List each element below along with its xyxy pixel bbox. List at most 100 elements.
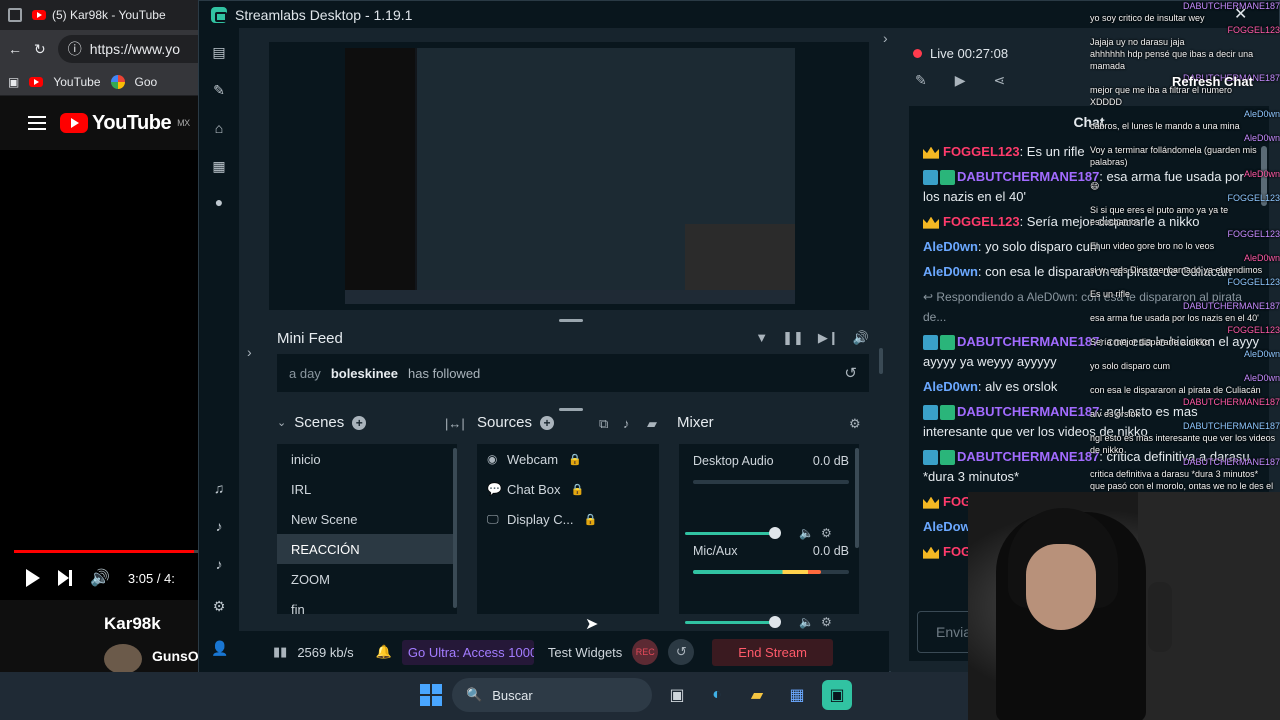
play-icon[interactable]: [26, 569, 40, 587]
replay-buffer-icon[interactable]: ↺: [668, 639, 695, 665]
record-playback-icon[interactable]: ●: [211, 194, 227, 210]
next-icon[interactable]: [58, 570, 72, 586]
source-audio-icon[interactable]: ♪: [623, 416, 630, 431]
scene-item[interactable]: fin: [277, 594, 457, 615]
bookmark-youtube[interactable]: YouTube: [53, 75, 100, 89]
chat-username[interactable]: FOGGEL123: [943, 214, 1020, 229]
task-view-icon[interactable]: ▣: [662, 680, 692, 710]
lock-icon[interactable]: 🔒: [583, 513, 597, 526]
test-widgets-button[interactable]: Test Widgets: [548, 645, 622, 660]
mixer-scrollbar[interactable]: [855, 448, 859, 548]
chat-username[interactable]: FOGGEL123: [943, 144, 1020, 159]
volume-icon[interactable]: 🔊: [90, 568, 110, 588]
panel-resize-handle[interactable]: [559, 408, 583, 411]
chat-username[interactable]: FOG: [943, 544, 971, 559]
profile-icon[interactable]: 👤: [211, 640, 228, 656]
refresh-chat-button[interactable]: Refresh Chat: [1172, 74, 1253, 89]
slider-knob[interactable]: [769, 527, 781, 539]
cloud-icon[interactable]: ♪: [211, 556, 227, 572]
learn-icon[interactable]: ♫: [211, 480, 227, 496]
themes-icon[interactable]: ✎: [211, 82, 227, 98]
browser-tab[interactable]: (5) Kar98k - YouTube: [32, 8, 166, 22]
video-icon[interactable]: ▶: [955, 72, 966, 89]
streamlabs-app-icon[interactable]: ▣: [822, 680, 852, 710]
scene-item[interactable]: New Scene: [277, 504, 457, 534]
apps-icon[interactable]: ▣: [8, 75, 19, 89]
filter-icon[interactable]: ▼: [755, 330, 768, 346]
video-progress[interactable]: [14, 550, 200, 553]
expand-left-icon[interactable]: ›: [247, 344, 252, 360]
minifeed-scrollbar[interactable]: [879, 348, 883, 374]
preview-resize-handle[interactable]: [559, 319, 583, 322]
youtube-logo[interactable]: YouTube MX: [60, 112, 190, 135]
scenes-scrollbar[interactable]: [453, 448, 457, 608]
chat-username[interactable]: AleD0wn: [923, 379, 978, 394]
skip-icon[interactable]: ▶❙: [818, 330, 839, 346]
record-button[interactable]: REC: [632, 639, 659, 665]
slider-knob[interactable]: [769, 616, 781, 628]
windows-start-icon[interactable]: [420, 684, 442, 706]
scene-transitions-icon[interactable]: |↔|: [445, 416, 465, 431]
collapse-dock-icon[interactable]: ›: [883, 30, 888, 46]
highlighter-icon[interactable]: ♪: [211, 518, 227, 534]
share-icon[interactable]: ⋖: [994, 72, 1006, 89]
channel-avatar[interactable]: [104, 644, 142, 674]
channel-name[interactable]: GunsO: [152, 648, 199, 664]
stats-icon[interactable]: ▮▮: [273, 644, 287, 660]
taskbar-search[interactable]: 🔍 Buscar: [452, 678, 652, 712]
scene-item[interactable]: inicio: [277, 444, 457, 474]
mixer-settings-icon[interactable]: ⚙: [849, 416, 861, 432]
volume-slider[interactable]: [685, 616, 781, 628]
scene-item[interactable]: IRL: [277, 474, 457, 504]
source-toggle-icon[interactable]: ⧉: [599, 416, 608, 432]
lock-icon[interactable]: 🔒: [570, 483, 584, 496]
channel-settings-icon[interactable]: ⚙: [821, 615, 832, 629]
add-scene-icon[interactable]: +: [352, 415, 367, 430]
file-explorer-icon[interactable]: ▰: [742, 680, 772, 710]
tab-actions-icon[interactable]: [8, 8, 22, 22]
reload-icon[interactable]: ↻: [34, 41, 46, 58]
chat-username[interactable]: FOG: [943, 494, 971, 509]
repeat-alert-icon[interactable]: ↺: [844, 364, 857, 382]
settings-icon[interactable]: ⚙: [211, 598, 227, 614]
layout-icon[interactable]: ▦: [211, 158, 227, 174]
video-player[interactable]: 🔊 3:05 / 4:: [0, 150, 200, 600]
scene-item[interactable]: ZOOM: [277, 564, 457, 594]
mute-icon[interactable]: 🔈: [799, 526, 814, 540]
go-ultra-button[interactable]: Go Ultra: Access 1000: [401, 639, 534, 665]
source-item[interactable]: ◉ Webcam 🔒: [477, 444, 659, 474]
address-bar[interactable]: ⓘ https://www.yo: [57, 35, 200, 63]
chat-username[interactable]: AleD0wn: [923, 264, 978, 279]
notifications-icon[interactable]: 🔔: [376, 644, 392, 660]
add-folder-icon[interactable]: ▰: [647, 416, 657, 432]
menu-icon[interactable]: [28, 116, 46, 130]
add-source-icon[interactable]: +: [540, 415, 555, 430]
back-icon[interactable]: ←: [8, 41, 22, 57]
edit-stream-icon[interactable]: ✎: [915, 72, 927, 89]
chat-username[interactable]: DABUTCHERMANE187: [957, 169, 1099, 184]
volume-slider[interactable]: [685, 527, 781, 539]
close-icon[interactable]: ✕: [1234, 4, 1247, 24]
chat-username[interactable]: DABUTCHERMANE187: [957, 449, 1099, 464]
store-app-icon[interactable]: ▦: [782, 680, 812, 710]
bookmark-google[interactable]: Goo: [135, 75, 158, 89]
site-info-icon[interactable]: ⓘ: [68, 39, 82, 59]
lock-icon[interactable]: 🔒: [568, 453, 582, 466]
chat-username[interactable]: DABUTCHERMANE187: [957, 404, 1099, 419]
chat-username[interactable]: AleDow: [923, 519, 971, 534]
chat-username[interactable]: DABUTCHERMANE187: [957, 334, 1099, 349]
source-item[interactable]: 🖵 Display C... 🔒: [477, 504, 659, 534]
editor-icon[interactable]: ▤: [211, 44, 227, 60]
edge-icon[interactable]: ◐: [702, 680, 732, 710]
mute-icon[interactable]: 🔈: [799, 615, 814, 629]
scene-item-active[interactable]: REACCIÓN: [277, 534, 457, 564]
channel-settings-icon[interactable]: ⚙: [821, 526, 832, 540]
pause-icon[interactable]: ❚❚: [782, 330, 804, 346]
stream-preview[interactable]: [269, 42, 869, 310]
store-icon[interactable]: ⌂: [211, 120, 227, 136]
chat-username[interactable]: AleD0wn: [923, 239, 978, 254]
mute-alerts-icon[interactable]: 🔊: [853, 330, 869, 346]
source-item[interactable]: 💬 Chat Box 🔒: [477, 474, 659, 504]
collapse-icon[interactable]: ⌄: [277, 416, 286, 429]
end-stream-button[interactable]: End Stream: [712, 638, 833, 666]
